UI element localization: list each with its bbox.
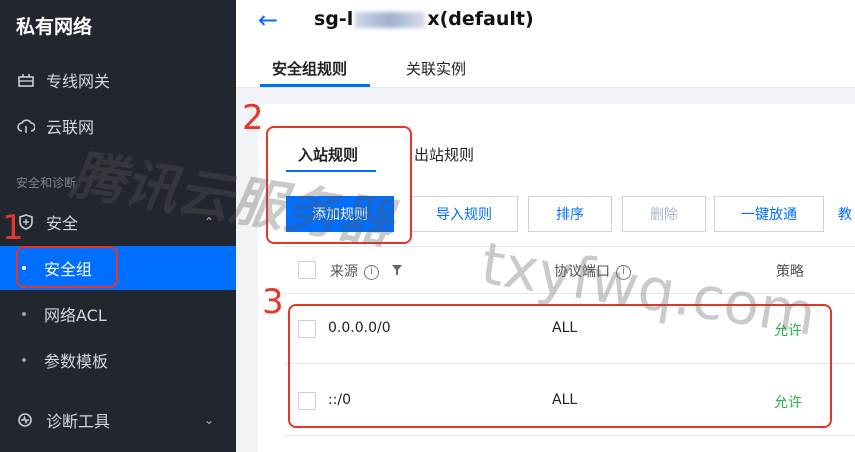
bullet-icon <box>22 266 26 270</box>
annotation-number-2: 2 <box>242 98 264 138</box>
active-subtab-indicator <box>286 170 376 172</box>
column-protocol-port: 协议端口 i <box>554 261 631 281</box>
sidebar-item-security[interactable]: 安全 ⌃ <box>0 200 236 244</box>
sidebar-item-security-group[interactable]: 安全组 <box>0 246 236 290</box>
main-content: ← sg-l x(default) 安全组规则 关联实例 入站规则 出站规则 添加… <box>236 0 855 452</box>
cloud-network-icon <box>16 116 36 136</box>
sidebar-item-diagnostics[interactable]: 诊断工具 ⌄ <box>0 398 236 442</box>
sidebar-item-label: 云联网 <box>46 118 95 137</box>
sidebar-item-dedicated-gateway[interactable]: 专线网关 <box>0 58 236 102</box>
tab-associated-instances[interactable]: 关联实例 <box>406 58 466 79</box>
allow-all-button[interactable]: 一键放通 <box>714 196 824 232</box>
title-prefix: sg-l <box>314 8 354 30</box>
row-checkbox[interactable] <box>298 320 316 338</box>
row-port: ALL <box>552 392 578 408</box>
annotation-number-3: 3 <box>262 282 284 322</box>
column-policy: 策略 <box>776 264 804 280</box>
add-rule-button[interactable]: 添加规则 <box>286 196 394 232</box>
table-header: 来源 i 协议端口 i 策略 <box>284 246 855 294</box>
chevron-up-icon: ⌃ <box>203 215 214 229</box>
sidebar-group-label: 安全和诊断 <box>16 176 77 190</box>
filter-icon[interactable] <box>391 264 403 280</box>
column-source-label: 来源 <box>330 264 358 280</box>
row-checkbox[interactable] <box>298 392 316 410</box>
row-port: ALL <box>552 320 578 336</box>
sidebar-item-network-acl[interactable]: 网络ACL <box>0 292 236 336</box>
page-title: sg-l x(default) <box>314 8 534 30</box>
sidebar-item-label: 参数模板 <box>44 352 109 371</box>
row-source: 0.0.0.0/0 <box>328 320 391 336</box>
table-row: 0.0.0.0/0 ALL 允许 <box>284 294 855 364</box>
rules-panel: 入站规则 出站规则 添加规则 导入规则 排序 删除 一键放通 教 来源 i 协议端… <box>258 104 855 452</box>
row-source: ::/0 <box>328 392 352 408</box>
gateway-icon <box>16 70 36 90</box>
sort-button[interactable]: 排序 <box>528 196 612 232</box>
sidebar: 私有网络 专线网关 云联网 安全和诊断 安全 ⌃ 安全组 网络ACL 参数模板 <box>0 0 236 452</box>
title-suffix: x(default) <box>427 8 534 30</box>
tab-security-group-rules[interactable]: 安全组规则 <box>272 58 347 79</box>
annotation-number-1: 1 <box>2 208 24 248</box>
info-icon[interactable]: i <box>364 264 379 280</box>
column-port-label: 协议端口 <box>554 264 610 280</box>
sidebar-item-label: 安全组 <box>44 260 93 279</box>
delete-button[interactable]: 删除 <box>622 196 706 232</box>
tab-inbound-rules[interactable]: 入站规则 <box>298 144 358 165</box>
row-policy: 允许 <box>774 323 802 339</box>
diagnostic-icon <box>16 410 36 430</box>
sidebar-title: 私有网络 <box>16 16 93 38</box>
redacted-id <box>355 11 426 28</box>
sidebar-item-ccn[interactable]: 云联网 <box>0 104 236 148</box>
sidebar-item-param-template[interactable]: 参数模板 <box>0 338 236 382</box>
page-header: ← sg-l x(default) 安全组规则 关联实例 <box>236 0 855 88</box>
back-arrow-icon[interactable]: ← <box>258 6 278 34</box>
select-all-checkbox[interactable] <box>298 261 316 279</box>
sidebar-item-label: 诊断工具 <box>46 412 111 431</box>
tutorial-link[interactable]: 教 <box>838 204 852 224</box>
bullet-icon <box>22 312 26 316</box>
sidebar-item-label: 专线网关 <box>46 72 111 91</box>
row-policy: 允许 <box>774 395 802 411</box>
chevron-down-icon: ⌄ <box>203 413 214 427</box>
sidebar-item-label: 网络ACL <box>44 306 107 325</box>
import-rules-button[interactable]: 导入规则 <box>410 196 518 232</box>
tab-outbound-rules[interactable]: 出站规则 <box>414 144 474 165</box>
table-row: ::/0 ALL 允许 <box>284 366 855 436</box>
column-source: 来源 i <box>330 261 403 281</box>
bullet-icon <box>22 358 26 362</box>
sidebar-item-label: 安全 <box>46 214 79 233</box>
active-tab-indicator <box>260 84 370 87</box>
info-icon[interactable]: i <box>616 264 631 280</box>
